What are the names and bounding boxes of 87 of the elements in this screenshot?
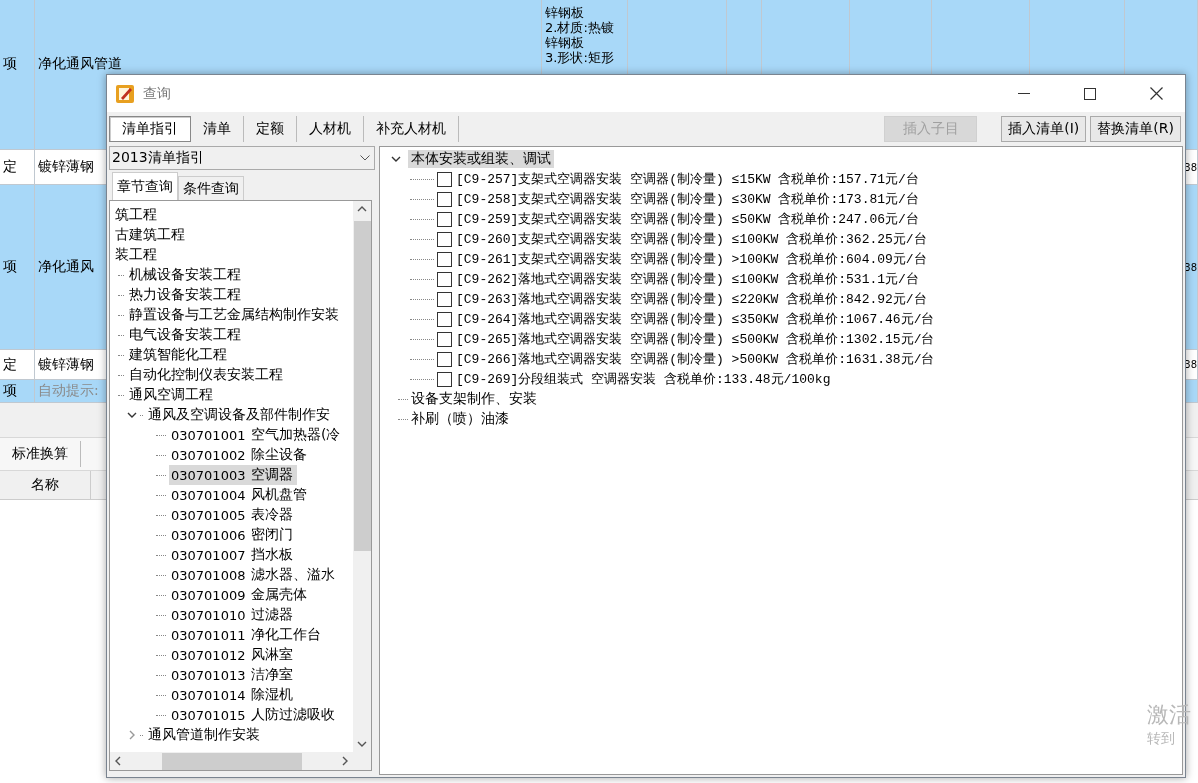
tab[interactable]: 章节查询 [112, 172, 178, 200]
tree-item[interactable]: 补刷（喷）油漆 [408, 410, 512, 428]
window-title: 查询 [143, 84, 171, 103]
cell-text: 项 [3, 54, 17, 73]
tree-item[interactable]: 030701012 风淋室 [169, 645, 297, 665]
tree-item[interactable]: [C9-264]落地式空调器安装 空调器(制冷量) ≤350KW 含税单价:1067.46元/台 [452, 310, 935, 328]
tree-item[interactable]: [C9-261]支架式空调器安装 空调器(制冷量) >100KW 含税单价:604.09元/台 [452, 250, 927, 268]
tree-item[interactable]: 静置设备与工艺金属结构制作安装 [127, 306, 341, 324]
tree-item[interactable]: [C9-262]落地式空调器安装 空调器(制冷量) ≤100KW 含税单价:531.1元/台 [452, 270, 919, 288]
tree-item[interactable]: 030701001 空气加热器(冷 [169, 425, 345, 445]
button[interactable]: 插入清单(I) [1001, 116, 1087, 142]
checkbox[interactable] [437, 331, 452, 347]
checkbox[interactable] [437, 311, 452, 327]
scrollbar-thumb[interactable] [353, 221, 371, 551]
tree-item[interactable]: 030701011 净化工作台 [169, 625, 325, 645]
tree-item[interactable]: 030701014 除湿机 [169, 685, 297, 705]
cell-text: 锌钢板 [545, 5, 584, 20]
tree-item[interactable]: 筑工程 [113, 206, 159, 224]
checkbox[interactable] [437, 211, 452, 227]
scrollbar-thumb[interactable] [162, 752, 302, 770]
maximize-icon[interactable] [1084, 87, 1096, 100]
tree-item[interactable]: 030701008 滤水器、溢水 [169, 565, 339, 585]
checkbox[interactable] [437, 351, 452, 367]
cell-text: 定 [3, 355, 17, 374]
tree-item[interactable]: [C9-265]落地式空调器安装 空调器(制冷量) ≤500KW 含税单价:1302.15元/台 [452, 330, 935, 348]
cell-text: 镀锌薄钢 [38, 355, 94, 374]
tree-item[interactable]: 030701009 金属壳体 [169, 585, 311, 605]
tree-item[interactable]: [C9-258]支架式空调器安装 空调器(制冷量) ≤30KW 含税单价:173.81元/台 [452, 190, 919, 208]
tab[interactable]: 人材机 [297, 116, 364, 142]
cell-text: 2.材质:热镀 [545, 20, 614, 35]
column-header: 名称 [31, 476, 59, 494]
tree-item[interactable]: 030701007 挡水板 [169, 545, 297, 565]
checkbox[interactable] [437, 191, 452, 207]
cell-text: 净化通风 [38, 258, 94, 276]
toolbar-button[interactable]: 标准换算 [0, 441, 81, 467]
tree-item[interactable]: 030701006 密闭门 [169, 525, 297, 545]
notice-text: 转到 [1147, 730, 1176, 748]
tree-item[interactable]: 030701003 空调器 [169, 465, 297, 485]
minimize-icon[interactable] [1018, 92, 1030, 95]
checkbox[interactable] [437, 291, 452, 307]
tab[interactable]: 清单 [191, 116, 244, 142]
tree-item[interactable]: 030701015 人防过滤吸收 [169, 705, 339, 725]
tree-item[interactable]: 电气设备安装工程 [127, 326, 243, 344]
cell-text: 项 [3, 382, 17, 400]
tree-item[interactable]: 本体安装或组装、调试 [408, 150, 554, 168]
checkbox[interactable] [437, 171, 452, 187]
dropdown[interactable]: 2013清单指引 [109, 146, 375, 170]
checkbox[interactable] [437, 371, 452, 387]
app-icon [115, 83, 135, 104]
checkbox[interactable] [437, 251, 452, 267]
cell-text: 3.形状:矩形 [545, 50, 614, 65]
cell-text: 净化通风管道 [38, 54, 122, 73]
tree-item[interactable]: 古建筑工程 [113, 226, 187, 244]
tree-item[interactable]: [C9-266]落地式空调器安装 空调器(制冷量) >500KW 含税单价:1631.38元/台 [452, 350, 935, 368]
tab[interactable]: 定额 [244, 116, 297, 142]
tree-item[interactable]: [C9-269]分段组装式 空调器安装 含税单价:133.48元/100kg [452, 370, 831, 388]
tree-item[interactable]: 030701010 过滤器 [169, 605, 297, 625]
tree-item[interactable]: 机械设备安装工程 [127, 266, 243, 284]
cell-text: 定 [3, 158, 17, 176]
tree-item[interactable]: 建筑智能化工程 [127, 346, 229, 364]
checkbox[interactable] [437, 271, 452, 287]
cell-text: 项 [3, 258, 17, 276]
tree-item[interactable]: 热力设备安装工程 [127, 286, 243, 304]
tree-item[interactable]: 通风及空调设备及部件制作安 [146, 406, 332, 424]
tree-item[interactable]: 装工程 [113, 246, 159, 264]
cell-text: 镀锌薄钢 [38, 158, 94, 176]
tree-item[interactable]: 自动化控制仪表安装工程 [127, 366, 285, 384]
cell-text: 锌钢板 [545, 35, 584, 50]
tree-item[interactable]: [C9-260]支架式空调器安装 空调器(制冷量) ≤100KW 含税单价:362.25元/台 [452, 230, 927, 248]
button[interactable]: 替换清单(R) [1090, 116, 1181, 142]
tree-item[interactable]: 通风空调工程 [127, 386, 215, 404]
checkbox[interactable] [437, 231, 452, 247]
tree-item[interactable]: 设备支架制作、安装 [408, 390, 540, 408]
tree-item[interactable]: 030701013 洁净室 [169, 665, 297, 685]
tab[interactable]: 条件查询 [178, 176, 244, 200]
tree-item[interactable]: 030701004 风机盘管 [169, 485, 311, 505]
tree-item[interactable]: [C9-257]支架式空调器安装 空调器(制冷量) ≤15KW 含税单价:157.71元/台 [452, 170, 919, 188]
tree-item[interactable]: [C9-259]支架式空调器安装 空调器(制冷量) ≤50KW 含税单价:247.06元/台 [452, 210, 919, 228]
tree-item[interactable]: 030701002 除尘设备 [169, 445, 311, 465]
close-icon[interactable] [1149, 87, 1163, 100]
tab[interactable]: 清单指引 [109, 116, 191, 142]
cell-text: 自动提示: [38, 382, 99, 400]
tree-item[interactable]: 通风管道制作安装 [146, 726, 262, 744]
tree-item[interactable]: [C9-263]落地式空调器安装 空调器(制冷量) ≤220KW 含税单价:842.92元/台 [452, 290, 927, 308]
chevron-icon [360, 155, 370, 161]
tree-item[interactable]: 030701005 表冷器 [169, 505, 297, 525]
tab[interactable]: 补充人材机 [364, 116, 459, 142]
